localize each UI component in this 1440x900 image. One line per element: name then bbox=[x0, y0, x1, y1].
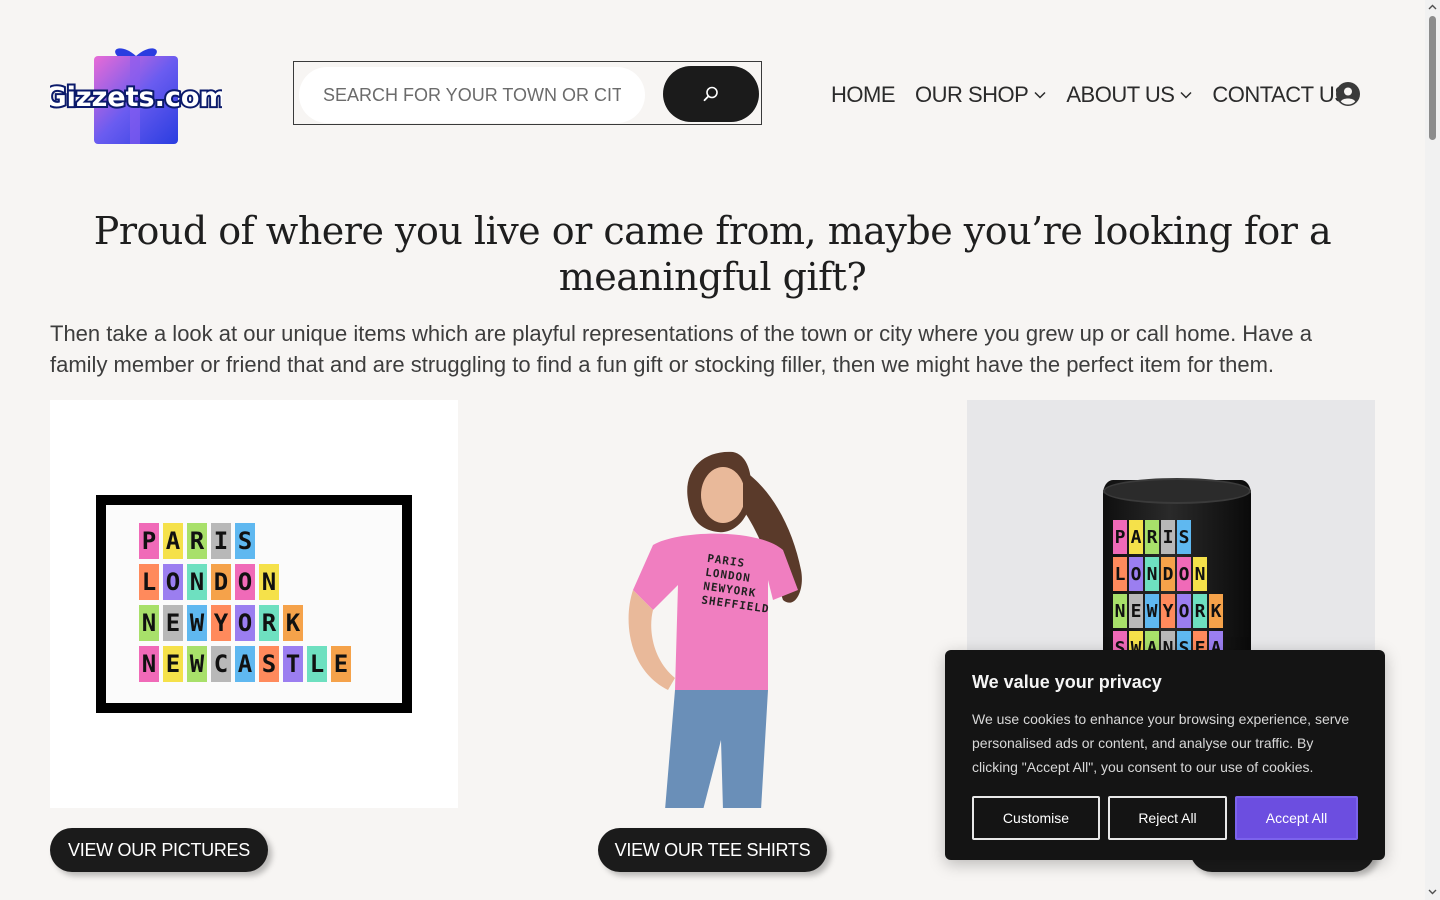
letter-tile: I bbox=[1161, 520, 1175, 554]
site-logo[interactable]: Gizzets.com bbox=[42, 42, 230, 146]
letter-tile: R bbox=[1193, 594, 1207, 628]
search-icon bbox=[703, 86, 718, 102]
nav-home-label: HOME bbox=[831, 82, 896, 107]
letter-tile: N bbox=[1145, 557, 1159, 591]
letter-tile: Y bbox=[211, 605, 231, 641]
mug-print: PARISLONDONNEWYORKSWANSEA bbox=[1113, 520, 1243, 668]
letter-tile: O bbox=[1177, 557, 1191, 591]
page-scrollbar[interactable] bbox=[1425, 0, 1440, 900]
letter-tile: E bbox=[163, 605, 183, 641]
tile-row: LONDON bbox=[139, 564, 402, 600]
letter-tile: O bbox=[163, 564, 183, 600]
tile-row: NEWCASTLE bbox=[139, 646, 402, 682]
letter-tile: E bbox=[163, 646, 183, 682]
logo-text: Gizzets.com bbox=[50, 82, 222, 113]
letter-tile: O bbox=[1177, 594, 1191, 628]
letter-tile: R bbox=[259, 605, 279, 641]
letter-tile: W bbox=[187, 646, 207, 682]
letter-tile: W bbox=[187, 605, 207, 641]
product-image-pictures[interactable]: PARISLONDONNEWYORKNEWCASTLE bbox=[50, 400, 458, 808]
letter-tile: L bbox=[1113, 557, 1127, 591]
scroll-up-arrow-icon[interactable] bbox=[1428, 3, 1437, 12]
cookie-text: We use cookies to enhance your browsing … bbox=[972, 711, 1350, 775]
chevron-down-icon bbox=[1180, 91, 1192, 99]
letter-tile: N bbox=[187, 564, 207, 600]
tile-row: NEWYORK bbox=[139, 605, 402, 641]
letter-tile: D bbox=[211, 564, 231, 600]
model-in-tshirt bbox=[628, 451, 802, 808]
letter-tile: W bbox=[1145, 594, 1159, 628]
nav-about-us-label: ABOUT US bbox=[1066, 82, 1175, 107]
letter-tile: A bbox=[163, 523, 183, 559]
accept-all-button[interactable]: Accept All bbox=[1235, 796, 1358, 840]
letter-tile: I bbox=[211, 523, 231, 559]
letter-tile: N bbox=[139, 646, 159, 682]
customise-button[interactable]: Customise bbox=[972, 796, 1100, 840]
letter-tile: C bbox=[211, 646, 231, 682]
letter-tile: S bbox=[1177, 520, 1191, 554]
letter-tile: K bbox=[1209, 594, 1223, 628]
letter-tile: R bbox=[1145, 520, 1159, 554]
letter-tile: S bbox=[259, 646, 279, 682]
mug-rim bbox=[1103, 478, 1251, 504]
letter-tile: O bbox=[1129, 557, 1143, 591]
letter-tile: K bbox=[283, 605, 303, 641]
scrollbar-thumb[interactable] bbox=[1429, 16, 1436, 140]
letter-tile: N bbox=[139, 605, 159, 641]
framed-picture: PARISLONDONNEWYORKNEWCASTLE bbox=[96, 495, 412, 713]
nav-our-shop-label: OUR SHOP bbox=[915, 82, 1029, 107]
letter-tile: O bbox=[235, 564, 255, 600]
letter-tile: A bbox=[1129, 520, 1143, 554]
search-bar bbox=[293, 61, 762, 125]
letter-tile: O bbox=[235, 605, 255, 641]
letter-tile: A bbox=[235, 646, 255, 682]
nav-contact-us-label: CONTACT US bbox=[1212, 82, 1349, 107]
letter-tile: T bbox=[283, 646, 303, 682]
nav-contact-us[interactable]: CONTACT US bbox=[1212, 82, 1348, 108]
search-button[interactable] bbox=[663, 66, 759, 122]
reject-all-button[interactable]: Reject All bbox=[1108, 796, 1227, 840]
letter-tile: R bbox=[187, 523, 207, 559]
letter-tile: N bbox=[259, 564, 279, 600]
user-circle-icon[interactable] bbox=[1336, 82, 1360, 106]
chevron-down-icon bbox=[1034, 91, 1046, 99]
nav-our-shop[interactable]: OUR SHOP bbox=[915, 82, 1046, 108]
letter-tile: S bbox=[235, 523, 255, 559]
tile-row: NEWYORK bbox=[1113, 594, 1243, 628]
product-image-tee-shirts[interactable]: PARIS LONDON NEWYORK SHEFFIELD bbox=[508, 400, 916, 808]
cookie-consent-banner: We value your privacy We use cookies to … bbox=[945, 650, 1385, 860]
tile-row: PARIS bbox=[139, 523, 402, 559]
search-input[interactable] bbox=[299, 67, 645, 123]
letter-tile: Y bbox=[1161, 594, 1175, 628]
letter-tile: E bbox=[1129, 594, 1143, 628]
hero-intro: Then take a look at our unique items whi… bbox=[50, 321, 1313, 377]
tshirt-print: PARIS LONDON NEWYORK SHEFFIELD bbox=[700, 551, 771, 616]
tile-row: PARIS bbox=[1113, 520, 1243, 554]
scroll-down-arrow-icon[interactable] bbox=[1428, 887, 1437, 896]
tile-row: LONDON bbox=[1113, 557, 1243, 591]
view-tee-shirts-button[interactable]: VIEW OUR TEE SHIRTS bbox=[598, 828, 827, 872]
letter-tile: P bbox=[1113, 520, 1127, 554]
nav-about-us[interactable]: ABOUT US bbox=[1066, 82, 1192, 108]
view-pictures-button[interactable]: VIEW OUR PICTURES bbox=[50, 828, 268, 872]
letter-tile: L bbox=[139, 564, 159, 600]
letter-tile: L bbox=[307, 646, 327, 682]
logo-gift-icon: Gizzets.com bbox=[42, 48, 230, 144]
letter-tile: D bbox=[1161, 557, 1175, 591]
hero-headline: Proud of where you live or came from, ma… bbox=[93, 209, 1332, 299]
letter-tile: P bbox=[139, 523, 159, 559]
nav-home[interactable]: HOME bbox=[831, 82, 896, 108]
cookie-title: We value your privacy bbox=[972, 672, 1162, 692]
letter-tile: N bbox=[1193, 557, 1207, 591]
letter-tile: N bbox=[1113, 594, 1127, 628]
letter-tile: E bbox=[331, 646, 351, 682]
main-nav: HOME OUR SHOP ABOUT US CONTACT US bbox=[831, 80, 1368, 110]
